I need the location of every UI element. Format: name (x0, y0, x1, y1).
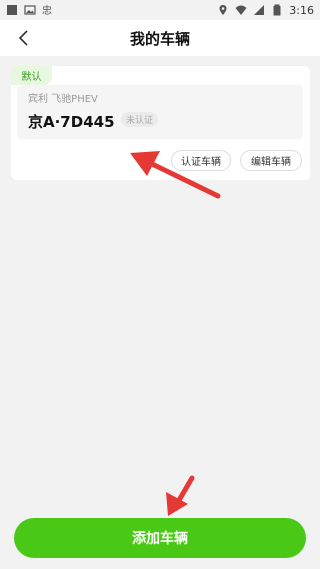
notification-square-icon (7, 5, 17, 15)
default-badge: 默认 (11, 66, 52, 85)
location-icon (219, 5, 227, 15)
vehicle-model: 宾利 飞驰PHEV (28, 94, 98, 105)
app-notification-icon: 忠 (42, 5, 52, 16)
annotation-arrow-icon (130, 151, 221, 199)
signal-icon (254, 5, 265, 15)
back-button[interactable] (10, 24, 38, 52)
image-icon (24, 5, 36, 15)
status-bar-left: 忠 (6, 4, 54, 16)
svg-text:忠: 忠 (42, 5, 52, 16)
vehicle-info-box: 宾利 飞驰PHEV 京A·7D445 未认证 (17, 85, 303, 139)
status-bar: 忠 3:16 (0, 0, 320, 20)
chevron-left-icon (18, 30, 28, 46)
header: 我的车辆 (0, 20, 320, 56)
status-bar-right: 3:16 (217, 4, 314, 17)
license-plate: 京A·7D445 (28, 113, 115, 131)
wifi-icon (235, 5, 247, 15)
verification-status-tag: 未认证 (121, 112, 159, 127)
add-vehicle-button[interactable]: 添加车辆 (14, 518, 306, 558)
annotation-arrow-icon (166, 475, 195, 516)
page-title: 我的车辆 (129, 29, 190, 48)
battery-icon (273, 4, 281, 16)
edit-vehicle-button[interactable]: 编辑车辆 (240, 150, 302, 171)
status-time: 3:16 (289, 3, 314, 17)
